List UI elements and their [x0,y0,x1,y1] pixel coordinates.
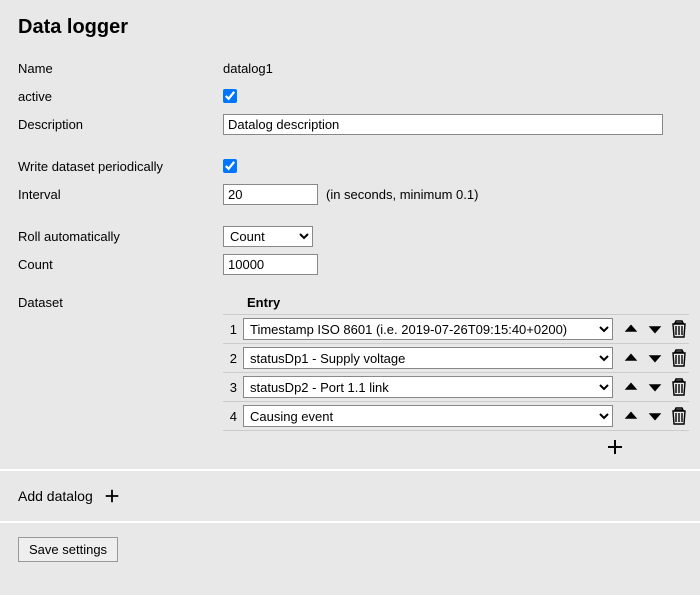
name-label: Name [18,61,223,76]
delete-icon[interactable] [669,348,689,368]
move-down-icon[interactable] [645,377,665,397]
entry-select[interactable]: statusDp1 - Supply voltage [243,347,613,369]
write-periodic-label: Write dataset periodically [18,159,223,174]
name-value: datalog1 [223,61,273,76]
dataset-label: Dataset [18,293,223,463]
interval-input[interactable] [223,184,318,205]
move-up-icon[interactable] [621,319,641,339]
active-label: active [18,89,223,104]
add-entry-button[interactable] [605,437,629,457]
entry-header: Entry [223,293,689,314]
entry-select[interactable]: statusDp2 - Port 1.1 link [243,376,613,398]
dataset-row: 1Timestamp ISO 8601 (i.e. 2019-07-26T09:… [223,314,689,343]
delete-icon[interactable] [669,406,689,426]
add-datalog-button[interactable] [103,487,127,505]
roll-auto-select[interactable]: Count [223,226,313,247]
dataset-row: 3statusDp2 - Port 1.1 link [223,372,689,401]
dataset-row: 4Causing event [223,401,689,431]
entry-select[interactable]: Timestamp ISO 8601 (i.e. 2019-07-26T09:1… [243,318,613,340]
move-up-icon[interactable] [621,377,641,397]
interval-hint: (in seconds, minimum 0.1) [326,187,478,202]
write-periodic-checkbox[interactable] [223,159,237,173]
entry-index: 1 [223,322,243,337]
move-down-icon[interactable] [645,348,665,368]
add-datalog-label: Add datalog [18,488,93,504]
move-down-icon[interactable] [645,319,665,339]
count-label: Count [18,257,223,272]
move-up-icon[interactable] [621,406,641,426]
interval-label: Interval [18,187,223,202]
move-down-icon[interactable] [645,406,665,426]
delete-icon[interactable] [669,377,689,397]
save-button[interactable]: Save settings [18,537,118,562]
entry-index: 4 [223,409,243,424]
entry-select[interactable]: Causing event [243,405,613,427]
roll-auto-label: Roll automatically [18,229,223,244]
entry-index: 3 [223,380,243,395]
active-checkbox[interactable] [223,89,237,103]
delete-icon[interactable] [669,319,689,339]
move-up-icon[interactable] [621,348,641,368]
description-input[interactable] [223,114,663,135]
page-title: Data logger [18,16,682,39]
entry-index: 2 [223,351,243,366]
dataset-row: 2statusDp1 - Supply voltage [223,343,689,372]
count-input[interactable] [223,254,318,275]
description-label: Description [18,117,223,132]
